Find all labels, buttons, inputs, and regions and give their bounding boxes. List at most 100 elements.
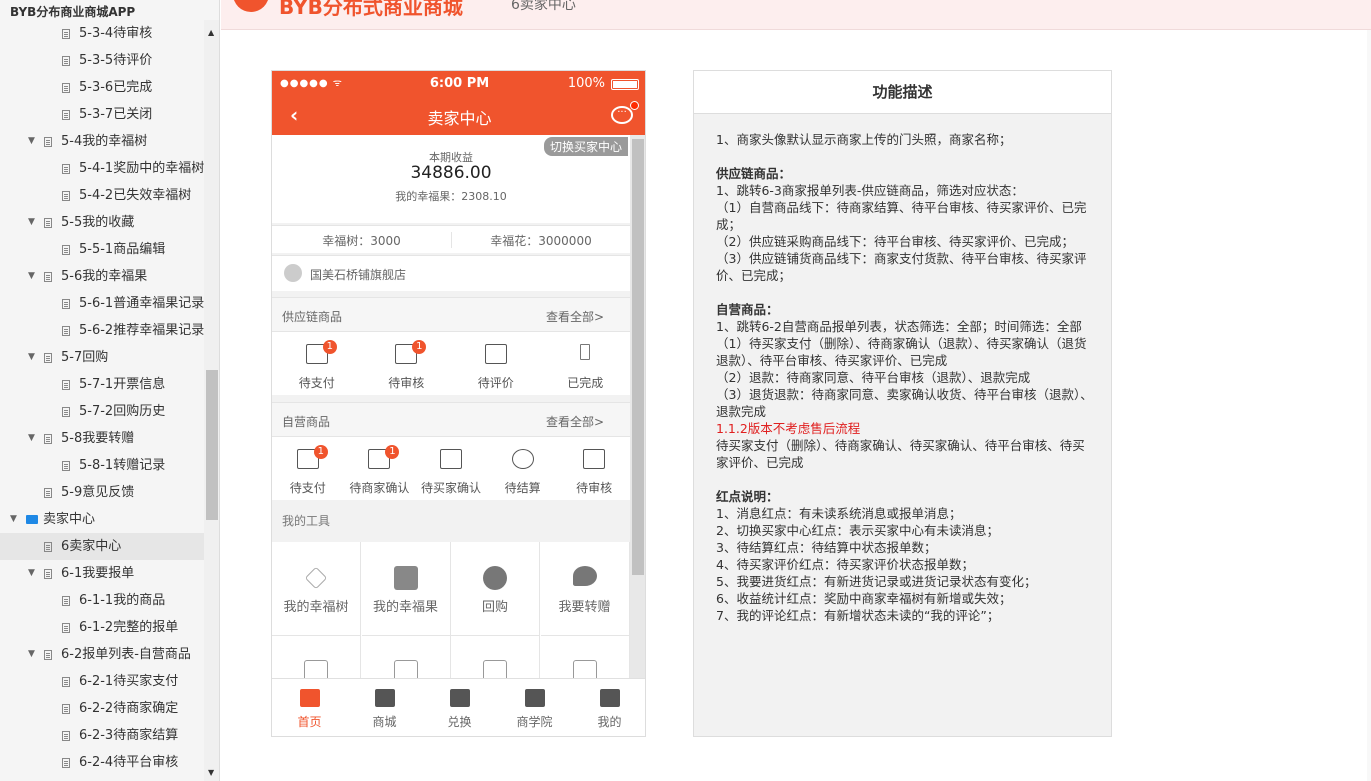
page-scrollbar[interactable] — [1367, 30, 1371, 781]
phone-mockup: ●●●●● ᯤ 6:00 PM 100% ‹ 卖家中心 ··· 切换买家中心 本… — [271, 70, 646, 737]
tool-item-partial[interactable] — [451, 636, 540, 678]
description-title: 功能描述 — [694, 71, 1111, 114]
message-icon[interactable]: ··· — [611, 106, 633, 124]
tab-item[interactable]: 首页 — [272, 679, 347, 736]
supply-view-all-link[interactable]: 查看全部> — [546, 308, 604, 325]
supply-status-item[interactable]: 1 待支付 — [272, 332, 362, 396]
sidebar-item[interactable]: 6-2-2待商家确定 — [0, 695, 204, 722]
scroll-up-icon[interactable]: ▲ — [208, 28, 214, 37]
sidebar-item-label: 6-2-3待商家结算 — [79, 728, 179, 743]
sidebar-item[interactable]: 5-9意见反馈 — [0, 479, 204, 506]
brand-logo-icon — [233, 0, 269, 12]
sidebar-item-label: 5-6-2推荐幸福果记录 — [79, 323, 204, 338]
expand-arrow-icon[interactable]: ▼ — [28, 425, 35, 452]
flower-count[interactable]: 幸福花：3000000 — [452, 232, 630, 249]
sidebar-item[interactable]: 5-3-6已完成 — [0, 74, 204, 101]
sidebar-item[interactable]: ▼ 5-6我的幸福果 — [0, 263, 204, 290]
sidebar-item[interactable]: 6-2-1待买家支付 — [0, 668, 204, 695]
trees-row: 幸福树：3000 幸福花：3000000 — [272, 225, 630, 253]
sidebar-item[interactable]: 6-2-3待商家结算 — [0, 722, 204, 749]
self-status-row: 1 待支付 1 待商家确认 待买家确认 待结算 待审核 — [272, 436, 630, 500]
expand-arrow-icon[interactable]: ▼ — [28, 263, 35, 290]
sidebar-item-label: 6-2-2待商家确定 — [79, 701, 179, 716]
tool-item-partial[interactable] — [362, 636, 451, 678]
sidebar-item[interactable]: 5-3-4待审核 — [0, 20, 204, 47]
shop-row[interactable]: 国美石桥铺旗舰店 — [272, 255, 630, 291]
tab-icon — [374, 689, 395, 707]
sidebar-item[interactable]: 6卖家中心 — [0, 533, 204, 560]
description-line: 7、我的评论红点：有新增状态未读的“我的评论”； — [716, 608, 1000, 623]
phone-scrollbar[interactable] — [630, 135, 645, 678]
tool-item[interactable]: 我的幸福果 — [361, 542, 451, 636]
expand-arrow-icon[interactable]: ▼ — [28, 344, 35, 371]
self-status-item[interactable]: 1 待商家确认 — [344, 437, 416, 501]
sidebar-item[interactable]: ▼ 6-2报单列表-自营商品 — [0, 641, 204, 668]
sidebar-scrollbar[interactable]: ▲ ▼ — [204, 20, 219, 781]
sidebar-item[interactable]: 5-8-1转赠记录 — [0, 452, 204, 479]
self-status-item[interactable]: 待买家确认 — [415, 437, 487, 501]
page-icon — [62, 704, 70, 714]
self-status-item[interactable]: 待结算 — [487, 437, 559, 501]
sidebar-item-label: 5-6我的幸福果 — [61, 269, 148, 284]
sidebar-item[interactable]: 5-7-2回购历史 — [0, 398, 204, 425]
scroll-down-icon[interactable]: ▼ — [208, 768, 214, 777]
tool-item[interactable]: 我要转赠 — [540, 542, 630, 636]
tab-item[interactable]: 商城 — [347, 679, 422, 736]
sidebar-item[interactable]: 5-3-7已关闭 — [0, 101, 204, 128]
tab-item[interactable]: 兑换 — [422, 679, 497, 736]
sidebar-item[interactable]: ▼ 6-1我要报单 — [0, 560, 204, 587]
supply-status-row: 1 待支付 1 待审核 待评价 已完成 — [272, 331, 630, 395]
supply-status-item[interactable]: 1 待审核 — [362, 332, 452, 396]
count-badge: 1 — [385, 445, 400, 459]
supply-status-item[interactable]: 待评价 — [451, 332, 541, 396]
tool-item-partial[interactable] — [541, 636, 630, 678]
tab-item[interactable]: 我的 — [572, 679, 645, 736]
phone-scroll-thumb[interactable] — [632, 139, 644, 575]
tree-count[interactable]: 幸福树：3000 — [272, 232, 452, 248]
sidebar-item-label: 6-2-4待平台审核 — [79, 755, 179, 770]
page-icon — [62, 164, 70, 174]
sidebar-item[interactable]: ▼ 卖家中心 — [0, 506, 204, 533]
page-icon — [62, 731, 70, 741]
supply-status-item[interactable]: 已完成 — [541, 332, 631, 396]
sidebar-item[interactable]: ▼ 5-7回购 — [0, 344, 204, 371]
sidebar-item[interactable]: 5-4-2已失效幸福树 — [0, 182, 204, 209]
tool-item[interactable]: 我的幸福树 — [272, 542, 361, 636]
self-status-item[interactable]: 待审核 — [558, 437, 630, 501]
tool-item[interactable]: 回购 — [451, 542, 540, 636]
self-view-all-link[interactable]: 查看全部> — [546, 413, 604, 430]
sidebar-scroll-thumb[interactable] — [206, 370, 218, 520]
expand-arrow-icon[interactable]: ▼ — [28, 641, 35, 668]
sidebar-item[interactable]: 5-5-1商品编辑 — [0, 236, 204, 263]
sidebar-item[interactable]: 5-7-1开票信息 — [0, 371, 204, 398]
page-icon — [62, 83, 70, 93]
self-status-item[interactable]: 1 待支付 — [272, 437, 344, 501]
fruit-value: 我的幸福果：2308.10 — [395, 190, 507, 203]
supply-title: 供应链商品 — [282, 310, 343, 324]
sidebar-item[interactable]: 6-2-4待平台审核 — [0, 749, 204, 776]
income-value[interactable]: 34886.00 — [272, 163, 630, 183]
expand-arrow-icon[interactable]: ▼ — [28, 209, 35, 236]
sidebar-item[interactable]: 6-1-1我的商品 — [0, 587, 204, 614]
sidebar-item[interactable]: ▼ 5-8我要转赠 — [0, 425, 204, 452]
description-line — [716, 471, 1096, 488]
expand-arrow-icon[interactable]: ▼ — [10, 506, 17, 533]
description-line: 待买家支付（删除）、待商家确认、待买家确认、待平台审核、待买家评价、已完成 — [716, 438, 1085, 470]
sidebar-item[interactable]: 6-1-2完整的报单 — [0, 614, 204, 641]
tab-item[interactable]: 商学院 — [497, 679, 572, 736]
sidebar-item[interactable]: 5-6-1普通幸福果记录 — [0, 290, 204, 317]
status-label: 待支付 — [289, 481, 326, 495]
expand-arrow-icon[interactable]: ▼ — [28, 128, 35, 155]
description-line — [716, 148, 1096, 165]
expand-arrow-icon[interactable]: ▼ — [28, 560, 35, 587]
sidebar-item[interactable]: 5-6-2推荐幸福果记录 — [0, 317, 204, 344]
sidebar-item[interactable]: 5-3-5待评价 — [0, 47, 204, 74]
description-line: 3、待结算红点：待结算中状态报单数； — [716, 540, 937, 555]
sidebar-item[interactable]: ▼ 5-4我的幸福树 — [0, 128, 204, 155]
page-icon — [62, 110, 70, 120]
page-icon — [62, 380, 70, 390]
sidebar-item[interactable]: ▼ 5-5我的收藏 — [0, 209, 204, 236]
description-line: 1、消息红点：有未读系统消息或报单消息； — [716, 506, 962, 521]
tool-item-partial[interactable] — [272, 636, 361, 678]
sidebar-item[interactable]: 5-4-1奖励中的幸福树 — [0, 155, 204, 182]
